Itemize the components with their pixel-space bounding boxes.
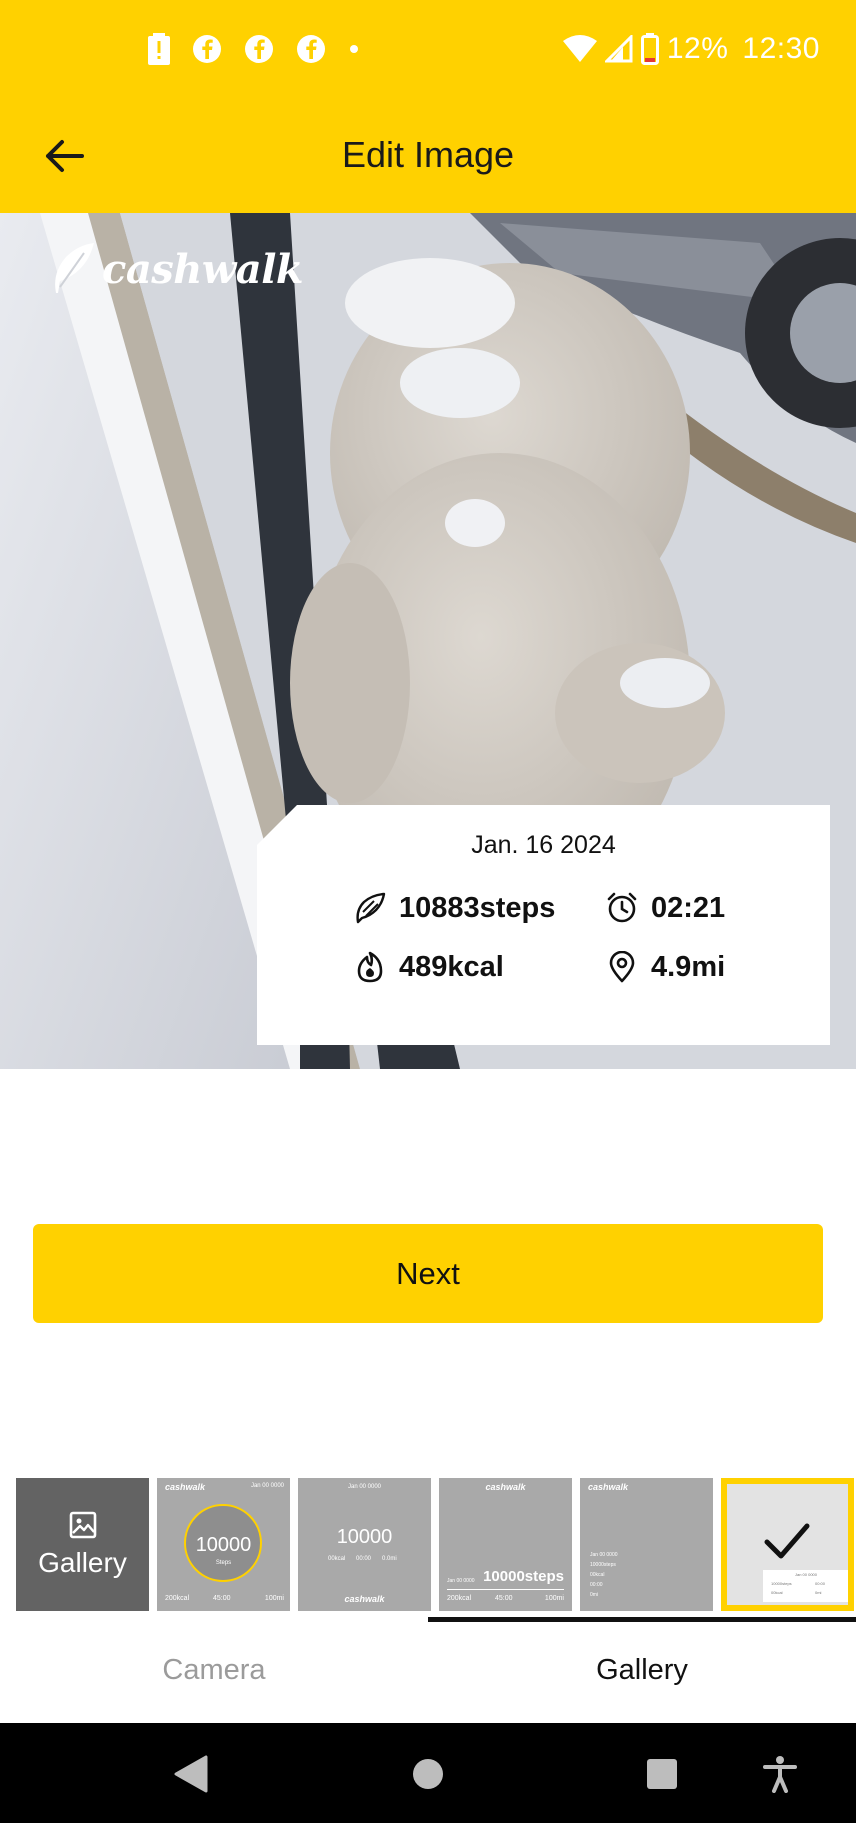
distance-value: 4.9mi <box>651 950 726 983</box>
template-dist: 0mi <box>590 1592 599 1598</box>
nav-home-button[interactable] <box>402 1748 454 1800</box>
template-circle[interactable]: cashwalk Jan 00 0000 10000 Steps 200kcal… <box>157 1478 290 1611</box>
template-kcal: 200kcal <box>165 1595 190 1602</box>
template-kcal: 00kcal <box>771 1590 783 1595</box>
stats-card[interactable]: Jan. 16 2024 10883steps 02:21 489kcal 4.… <box>257 805 830 1045</box>
status-bar: 12% 12:30 <box>0 0 856 98</box>
stats-date: Jan. 16 2024 <box>471 831 616 859</box>
clock: 12:30 <box>742 32 820 65</box>
steps-stat: 10883steps <box>353 891 555 925</box>
template-bottom-steps[interactable]: cashwalk Jan 00 0000 10000steps 200kcal … <box>439 1478 572 1611</box>
template-time: 00:00 <box>815 1581 826 1586</box>
battery-low-icon <box>640 33 659 65</box>
alarm-clock-icon <box>605 891 639 925</box>
nav-back-button[interactable] <box>164 1748 216 1800</box>
dot-icon <box>348 43 360 55</box>
logo-text: cashwalk <box>102 245 304 293</box>
template-dist: 0mi <box>815 1590 822 1595</box>
template-time: 45:00 <box>213 1595 231 1602</box>
template-steps: 10000steps <box>483 1568 564 1585</box>
time-stat: 02:21 <box>605 891 725 925</box>
facebook-icon <box>296 34 326 64</box>
facebook-icon <box>244 34 274 64</box>
flame-icon <box>353 950 387 984</box>
system-indicators: 12% 12:30 <box>562 28 820 70</box>
time-value: 02:21 <box>651 891 726 924</box>
template-logo: cashwalk <box>165 1482 206 1492</box>
template-kcal: 00kcal <box>328 1556 346 1562</box>
source-tabs: Camera Gallery <box>0 1617 856 1723</box>
square-recents-icon <box>647 1759 677 1789</box>
template-time: 45:00 <box>495 1595 513 1602</box>
tab-gallery[interactable]: Gallery <box>428 1617 856 1723</box>
template-steps: 10000steps <box>590 1562 616 1568</box>
template-kcal: 200kcal <box>447 1595 472 1602</box>
template-dist: 100mi <box>264 1595 284 1602</box>
template-dist: 100mi <box>544 1595 564 1602</box>
image-icon <box>69 1511 96 1538</box>
template-dist: 0.0mi <box>382 1556 397 1562</box>
photo-preview[interactable]: cashwalk Jan. 16 2024 10883steps 02:21 4… <box>0 213 856 1069</box>
template-logo: cashwalk <box>485 1482 526 1492</box>
triangle-back-icon <box>174 1755 208 1793</box>
circle-home-icon <box>413 1759 443 1789</box>
template-mini-card: Jan 00 0000 10000steps 00:00 00kcal 0mi <box>763 1570 848 1602</box>
template-time: 00:00 <box>356 1556 372 1562</box>
template-strip: Gallery cashwalk Jan 00 0000 10000 Steps… <box>16 1478 856 1611</box>
battery-alert-icon <box>148 33 170 65</box>
facebook-icon <box>192 34 222 64</box>
template-steps: 10000steps <box>771 1581 792 1586</box>
template-card-selected[interactable]: Jan 00 0000 10000steps 00:00 00kcal 0mi <box>721 1478 854 1611</box>
system-nav-bar <box>0 1723 856 1823</box>
calories-stat: 489kcal <box>353 950 504 984</box>
template-logo: cashwalk <box>588 1482 629 1492</box>
template-date: Jan 00 0000 <box>590 1552 618 1558</box>
template-time: 00:00 <box>590 1582 603 1588</box>
template-logo: cashwalk <box>344 1594 385 1604</box>
calories-value: 489kcal <box>399 950 504 983</box>
cashwalk-logo: cashwalk <box>50 243 304 295</box>
template-divider <box>447 1589 564 1590</box>
notification-icons <box>148 30 360 68</box>
template-date: Jan 00 0000 <box>347 1484 382 1490</box>
accessibility-icon <box>763 1756 797 1793</box>
steps-value: 10883steps <box>399 891 556 924</box>
template-date: Jan 00 0000 <box>447 1578 475 1584</box>
signal-icon <box>604 35 633 63</box>
distance-stat: 4.9mi <box>605 950 725 984</box>
wifi-icon <box>562 35 597 63</box>
nav-recents-button[interactable] <box>636 1748 688 1800</box>
shoe-icon <box>353 891 387 925</box>
template-center-value: 10000 <box>336 1526 393 1548</box>
template-date: Jan 00 0000 <box>794 1572 818 1577</box>
nav-accessibility-button[interactable] <box>754 1748 806 1800</box>
next-button[interactable]: Next <box>33 1224 823 1323</box>
template-date: Jan 00 0000 <box>250 1483 284 1489</box>
app-bar: Edit Image <box>0 98 856 213</box>
template-center-sub: Steps <box>215 1560 232 1566</box>
template-center[interactable]: Jan 00 0000 10000 00kcal 00:00 0.0mi cas… <box>298 1478 431 1611</box>
template-list[interactable]: cashwalk Jan 00 0000 10000steps 00kcal 0… <box>580 1478 713 1611</box>
template-kcal: 00kcal <box>590 1572 605 1578</box>
template-center-value: 10000 <box>195 1534 252 1556</box>
checkmark-icon <box>764 1523 810 1559</box>
location-pin-icon <box>605 950 639 984</box>
page-title: Edit Image <box>341 134 515 175</box>
feather-icon <box>55 243 94 293</box>
battery-percentage: 12% <box>666 32 729 65</box>
tab-camera[interactable]: Camera <box>0 1617 428 1723</box>
gallery-picker-label: Gallery <box>38 1546 127 1578</box>
gallery-picker-button[interactable]: Gallery <box>16 1478 149 1611</box>
